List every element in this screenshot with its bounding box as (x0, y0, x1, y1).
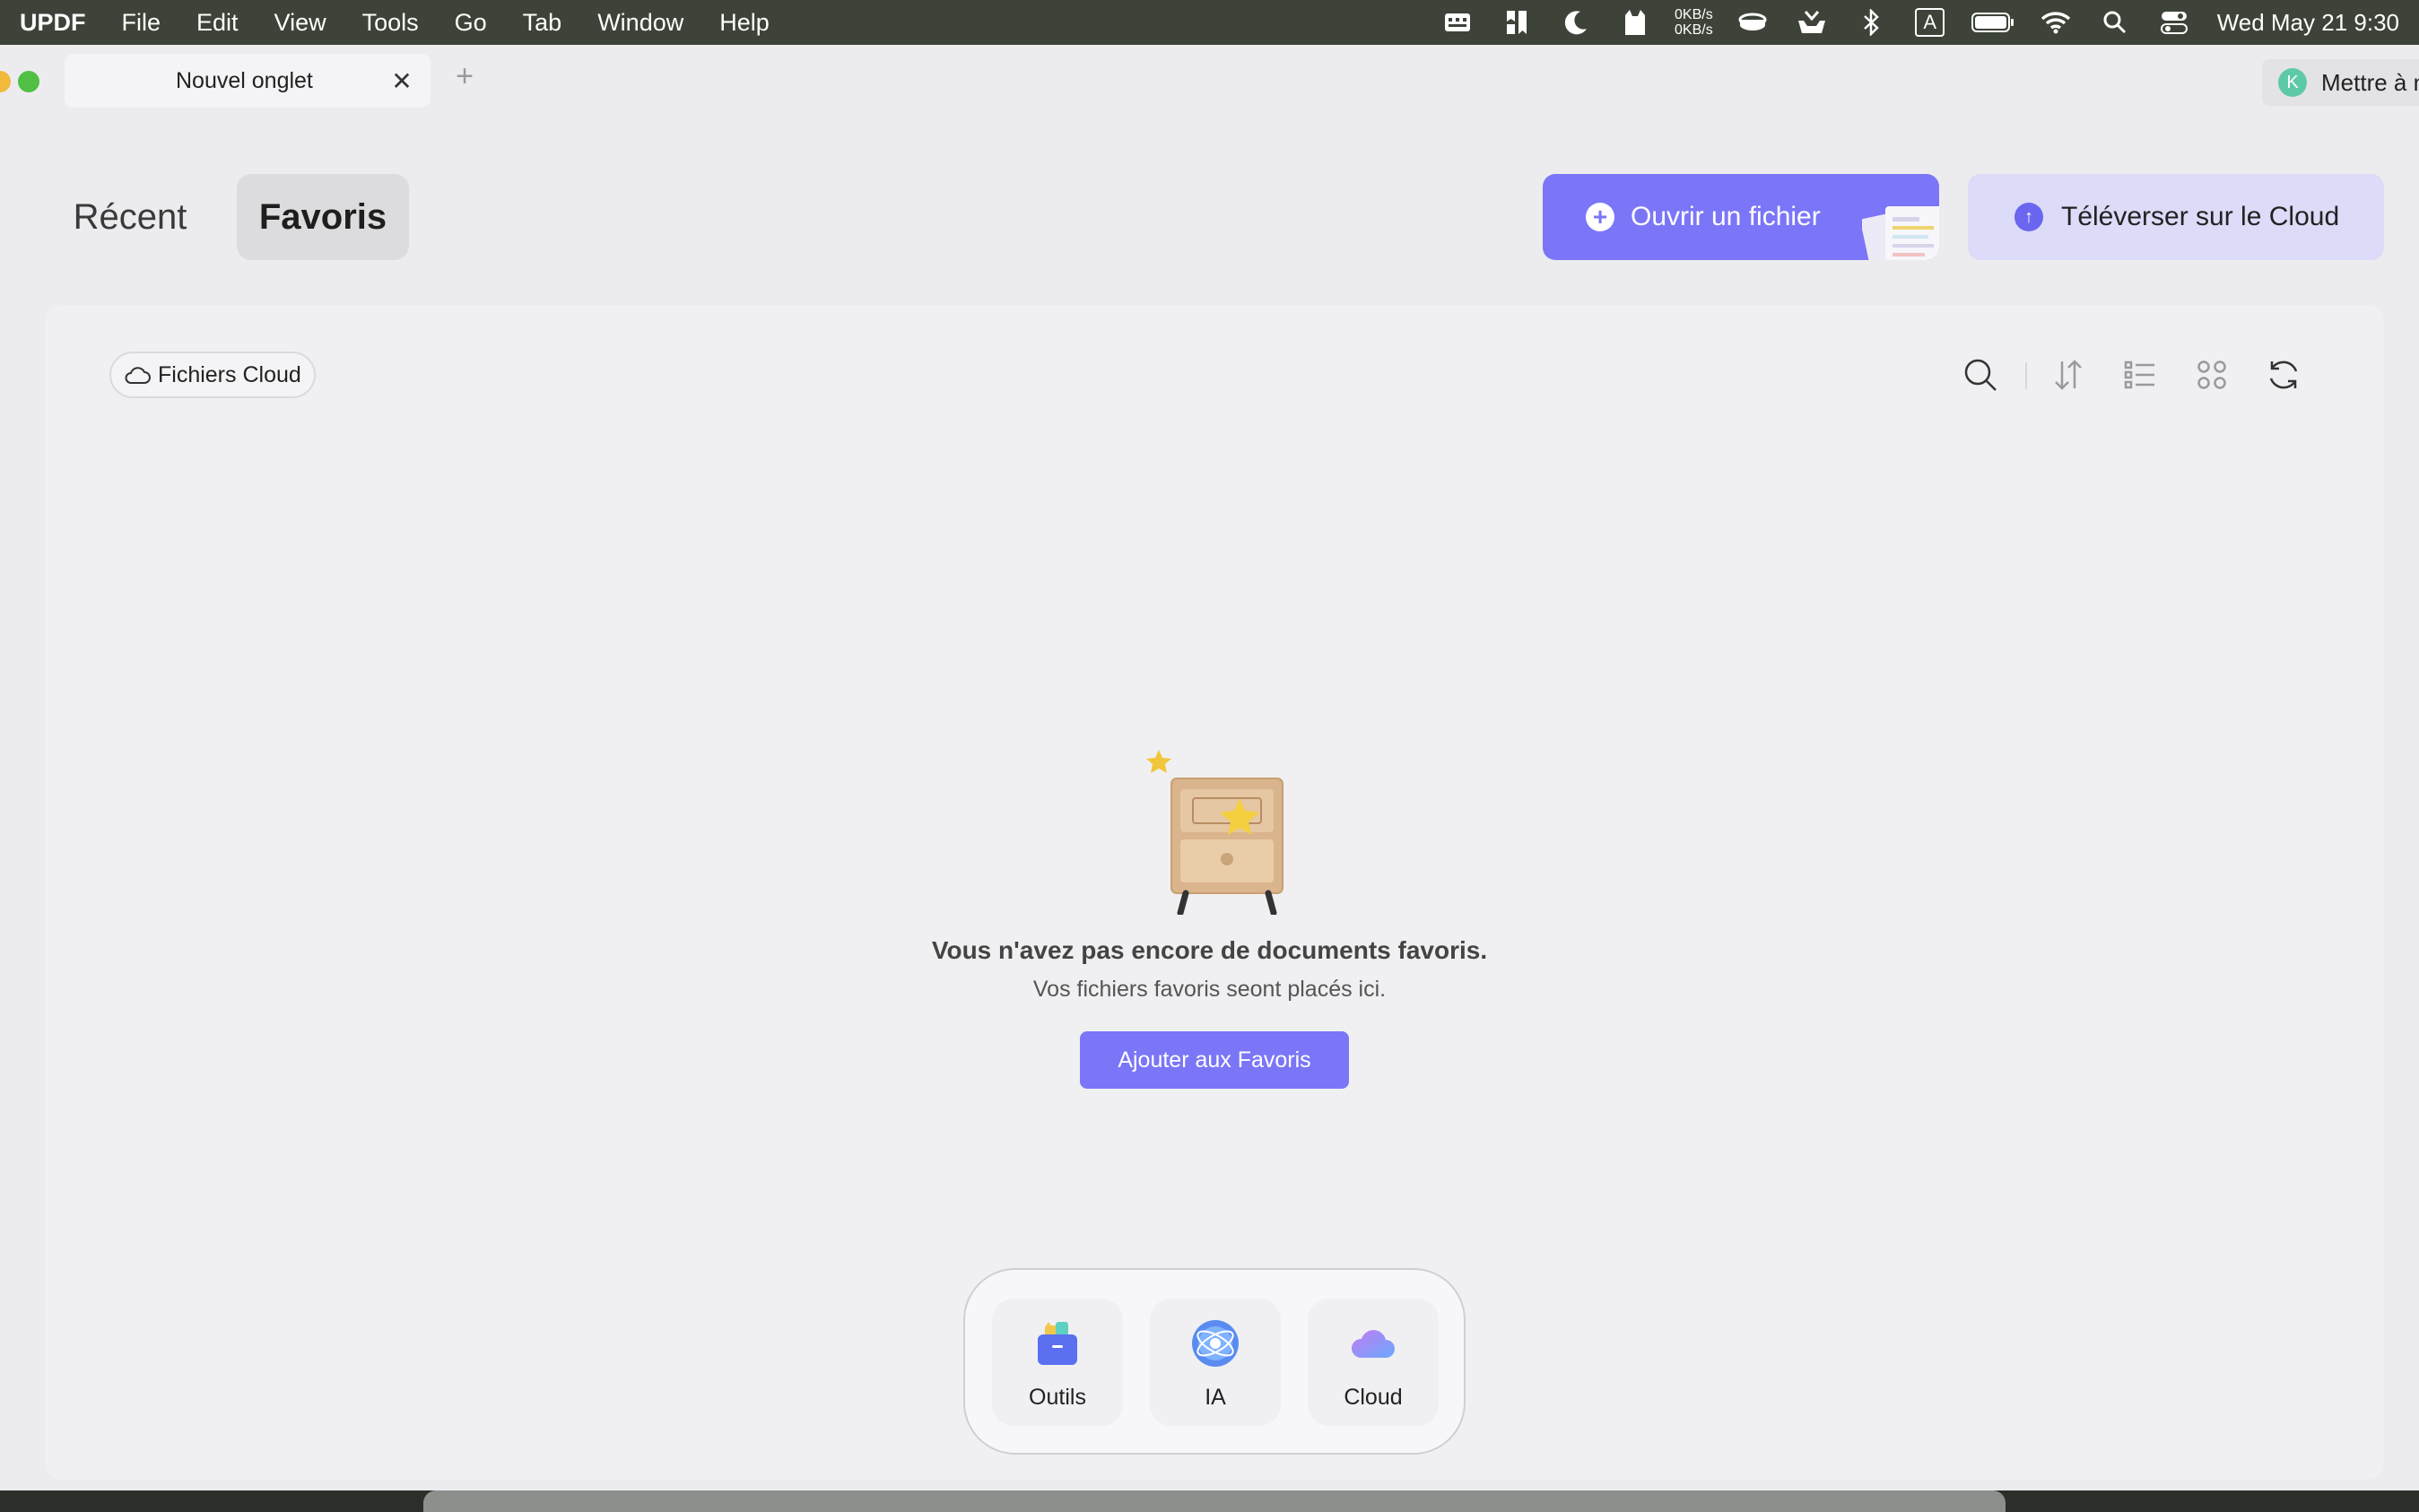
network-speed: 0KB/s 0KB/s (1675, 7, 1713, 38)
disk-icon[interactable] (1733, 6, 1772, 39)
menu-tab[interactable]: Tab (523, 9, 562, 37)
upgrade-button[interactable]: K Mettre à n (2262, 59, 2419, 106)
menu-file[interactable]: File (122, 9, 161, 37)
tools-icon (1038, 1322, 1077, 1365)
tab-title: Nouvel onglet (176, 67, 313, 93)
open-file-label: Ouvrir un fichier (1631, 202, 1821, 231)
dock-item-ai[interactable]: IA (1150, 1299, 1281, 1426)
documents-icon (1862, 206, 1939, 260)
favorites-cabinet-illustration (1146, 750, 1283, 915)
menu-edit[interactable]: Edit (196, 9, 239, 37)
zoom-window-button[interactable] (18, 71, 39, 92)
list-view-icon[interactable] (2120, 355, 2160, 395)
dock-label-ai: IA (1205, 1385, 1226, 1410)
app-menu-updf[interactable]: UPDF (20, 9, 86, 37)
macos-dock[interactable] (423, 1490, 2006, 1512)
menu-bar: UPDF File Edit View Tools Go Tab Window … (0, 0, 2419, 45)
toolbar-divider (2025, 362, 2027, 389)
menu-window[interactable]: Window (597, 9, 683, 37)
cloud-files-label: Fichiers Cloud (158, 361, 301, 387)
moon-icon[interactable] (1556, 6, 1596, 39)
keyboard-input-icon[interactable]: A (1910, 6, 1950, 39)
cloud-icon (125, 367, 151, 384)
refresh-icon[interactable] (2264, 355, 2303, 395)
menu-extra-icon[interactable] (1438, 6, 1477, 39)
open-file-button[interactable]: + Ouvrir un fichier (1543, 174, 1939, 260)
dock-label-tools: Outils (1029, 1385, 1086, 1410)
control-center-icon[interactable] (2154, 6, 2194, 39)
search-icon[interactable] (1961, 355, 2000, 395)
inbox-icon[interactable] (1792, 6, 1832, 39)
ai-icon (1192, 1320, 1239, 1367)
avatar: K (2278, 68, 2307, 97)
menu-help[interactable]: Help (719, 9, 770, 37)
battery-icon[interactable] (1970, 6, 2016, 39)
menubar-clock[interactable]: Wed May 21 9:30 (2217, 9, 2399, 37)
menu-go[interactable]: Go (455, 9, 487, 37)
cloud-icon (1351, 1330, 1395, 1358)
menu-view[interactable]: View (274, 9, 326, 37)
upgrade-label: Mettre à n (2321, 68, 2419, 96)
sort-icon[interactable] (2049, 355, 2088, 395)
grid-view-icon[interactable] (2192, 355, 2232, 395)
bluetooth-icon[interactable] (1851, 6, 1891, 39)
empty-state-title: Vous n'avez pas encore de documents favo… (931, 936, 1488, 964)
upload-arrow-icon: ↑ (2014, 203, 2043, 231)
new-tab-icon[interactable]: + (447, 59, 483, 94)
add-to-favorites-button[interactable]: Ajouter aux Favoris (1080, 1031, 1349, 1089)
plus-circle-icon: + (1586, 203, 1614, 231)
upload-cloud-label: Téléverser sur le Cloud (2061, 202, 2340, 231)
wifi-icon[interactable] (2036, 6, 2075, 39)
tab-recent[interactable]: Récent (54, 174, 206, 260)
cat-icon[interactable] (1615, 6, 1655, 39)
dock-item-tools[interactable]: Outils (992, 1299, 1123, 1426)
dock-label-cloud: Cloud (1344, 1385, 1403, 1410)
spotlight-icon[interactable] (2095, 6, 2135, 39)
tab-nouvel-onglet[interactable]: Nouvel onglet ✕ (65, 54, 431, 108)
bookmark-icon[interactable] (1497, 6, 1536, 39)
tab-favorites[interactable]: Favoris (237, 174, 409, 260)
empty-state-subtitle: Vos fichiers favoris seont placés ici. (1032, 977, 1387, 1002)
upload-cloud-button[interactable]: ↑ Téléverser sur le Cloud (1968, 174, 2384, 260)
cloud-files-filter[interactable]: Fichiers Cloud (109, 352, 316, 398)
dock-item-cloud[interactable]: Cloud (1308, 1299, 1439, 1426)
close-tab-icon[interactable]: ✕ (384, 66, 420, 96)
menu-tools[interactable]: Tools (362, 9, 419, 37)
